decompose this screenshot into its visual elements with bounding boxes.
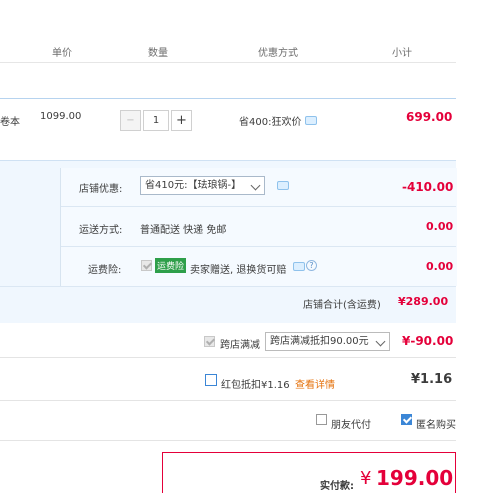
pay-currency: ¥	[360, 468, 372, 489]
chat-icon[interactable]	[304, 116, 317, 125]
insurance-label: 运费险:	[88, 265, 122, 276]
cross-store-label: 跨店满减	[220, 340, 260, 351]
item-name[interactable]: 卷本	[0, 113, 20, 128]
insurance-badge: 运费险	[155, 258, 187, 273]
header-unit-price: 单价	[52, 48, 72, 59]
increase-button[interactable]: +	[171, 110, 192, 131]
chevron-down-icon	[250, 180, 261, 191]
cross-store-select-value: 跨店满减抵扣90.00元	[270, 336, 369, 347]
pay-amount: 199.00	[376, 466, 454, 490]
item-unit-price: 1099.00	[40, 111, 82, 122]
header-promotion: 优惠方式	[258, 48, 298, 59]
chevron-down-icon	[375, 336, 386, 347]
shop-discount-label: 店铺优惠:	[79, 184, 123, 195]
anonymous-checkbox[interactable]	[401, 414, 412, 425]
item-promo: 省400:狂欢价	[239, 113, 317, 128]
decrease-button[interactable]: −	[120, 110, 141, 131]
shop-total-label: 店铺合计(含运费)	[303, 300, 381, 311]
shop-discount-select[interactable]: 省410元:【珐琅锅-】	[140, 176, 265, 195]
pay-label: 实付款:	[320, 481, 354, 492]
chat-icon[interactable]	[293, 262, 305, 271]
quantity-input[interactable]: 1	[143, 110, 169, 131]
quantity-stepper: −1 +	[120, 110, 192, 131]
shipping-label: 运送方式:	[79, 225, 123, 236]
item-subtotal: 699.00	[406, 110, 453, 124]
redpack-detail-link[interactable]: 查看详情	[295, 376, 335, 391]
insurance-checkbox[interactable]	[141, 260, 152, 271]
redpack-checkbox[interactable]	[205, 374, 217, 386]
cross-store-checkbox[interactable]	[204, 336, 215, 347]
divider	[0, 400, 456, 401]
cross-store-select[interactable]: 跨店满减抵扣90.00元	[265, 332, 390, 351]
divider	[0, 440, 456, 441]
help-icon[interactable]: ?	[306, 260, 317, 271]
insurance-text: 卖家赠送, 退换货可赔	[190, 265, 287, 276]
insurance-value: 0.00	[426, 260, 454, 273]
item-row	[0, 98, 456, 161]
friend-pay-label: 朋友代付	[331, 420, 371, 431]
friend-pay-checkbox[interactable]	[316, 414, 327, 425]
shop-total-value: ¥289.00	[398, 295, 449, 308]
shipping-value: 0.00	[426, 220, 454, 233]
redpack-label: 红包抵扣¥1.16	[221, 380, 290, 391]
divider	[61, 246, 456, 247]
header-subtotal: 小计	[392, 48, 412, 59]
shipping-method: 普通配送 快递 免邮	[140, 225, 227, 236]
redpack-value: ¥1.16	[411, 372, 453, 387]
table-header: 单价 数量 优惠方式 小计	[0, 36, 456, 63]
shop-discount-select-value: 省410元:【珐琅锅-】	[145, 180, 242, 191]
header-quantity: 数量	[148, 48, 168, 59]
item-promo-text: 省400:狂欢价	[239, 117, 302, 128]
divider	[0, 357, 456, 358]
cross-store-value: ¥-90.00	[402, 334, 454, 348]
shop-discount-value: -410.00	[402, 180, 454, 194]
divider	[0, 286, 456, 287]
chat-icon[interactable]	[277, 181, 289, 190]
divider	[61, 206, 456, 207]
anonymous-label: 匿名购买	[416, 420, 456, 431]
